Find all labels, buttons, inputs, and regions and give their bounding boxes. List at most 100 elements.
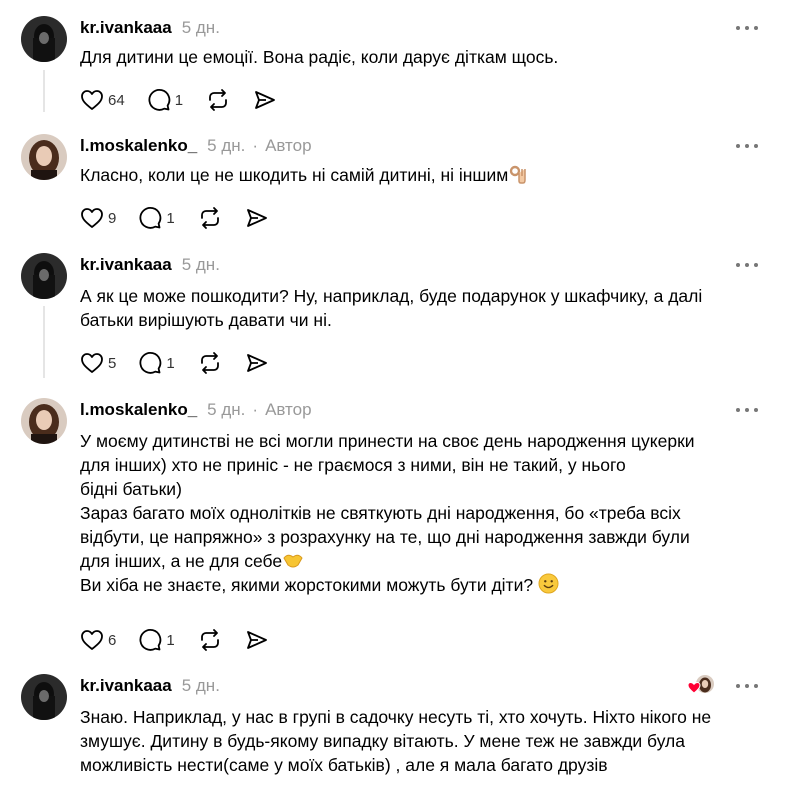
like-button[interactable]: 64	[80, 89, 125, 111]
username[interactable]: l.moskalenko_	[80, 400, 197, 420]
avatar[interactable]	[21, 674, 67, 720]
comment: l.moskalenko_ 5 дн. · Автор Класно, коли…	[0, 134, 785, 244]
comment-line: Класно, коли це не шкодить ні самій дити…	[80, 163, 770, 187]
reply-count: 1	[166, 209, 175, 227]
send-icon	[255, 91, 275, 109]
reply-count: 1	[166, 354, 175, 372]
repost-icon	[200, 352, 219, 374]
heart-outline-icon	[81, 208, 103, 228]
username[interactable]: kr.ivankaaa	[80, 676, 172, 696]
speech-bubble-icon	[148, 89, 170, 111]
comment-line: Зараз багато моїх однолітків не святкуют…	[80, 503, 681, 523]
speech-bubble-icon	[139, 207, 162, 229]
like-count: 6	[108, 631, 117, 649]
send-icon	[246, 354, 267, 372]
reply-button[interactable]: 1	[138, 206, 175, 230]
reply-button[interactable]: 1	[138, 628, 175, 652]
like-count: 9	[108, 209, 117, 227]
username[interactable]: kr.ivankaaa	[80, 255, 172, 275]
reply-count: 1	[166, 631, 175, 649]
reply-button[interactable]: 1	[147, 88, 183, 112]
reply-count: 1	[174, 91, 184, 109]
author-badge: Автор	[265, 136, 312, 155]
comment-actions: 9 1	[80, 205, 291, 231]
liked-by-author-badge	[687, 674, 714, 696]
avatar[interactable]	[21, 253, 67, 299]
comment-line: для інших) хто не приніс - не граємося з…	[80, 455, 626, 475]
comment-line: А як це може пошкодити? Ну, наприклад, б…	[80, 286, 703, 306]
repost-icon	[200, 207, 219, 229]
repost-button[interactable]	[205, 88, 231, 112]
like-button[interactable]: 9	[80, 207, 116, 229]
heart-filled-icon	[687, 681, 701, 694]
ok-hand-emoji	[510, 165, 527, 184]
hand-heart-emoji	[283, 554, 303, 568]
comment-text: Класно, коли це не шкодить ні самій дити…	[80, 163, 770, 187]
comment-line: бідні батьки)	[80, 479, 182, 499]
comment: kr.ivankaaa 5 дн. А як це може пошкодити…	[0, 253, 785, 383]
comment-actions: 64 1	[80, 87, 299, 113]
separator-dot: ·	[252, 400, 259, 419]
speech-bubble-icon	[139, 352, 162, 374]
like-button[interactable]: 6	[80, 629, 116, 651]
repost-button[interactable]	[197, 206, 223, 230]
repost-button[interactable]	[197, 351, 223, 375]
repost-icon	[200, 629, 219, 651]
timestamp[interactable]: 5 дн.	[182, 255, 220, 275]
timestamp[interactable]: 5 дн.	[207, 400, 245, 420]
comment-line: батьки вирішують давати чи ні.	[80, 310, 332, 330]
reply-button[interactable]: 1	[138, 351, 175, 375]
comment-line: змушує. Дитину в будь-якому випадку віта…	[80, 731, 685, 751]
avatar[interactable]	[21, 16, 67, 62]
comment-line: Для дитини це емоції. Вона радіє, коли д…	[80, 47, 559, 67]
like-count: 64	[108, 91, 125, 109]
comment-line: Знаю. Наприклад, у нас в групі в садочку…	[80, 707, 712, 727]
separator-dot: ·	[252, 136, 259, 155]
comment-line: Ви хіба не знаєте, якими жорстокими можу…	[80, 573, 770, 597]
comment-line: відбути, це напряжно» з розрахунку на те…	[80, 527, 690, 547]
avatar[interactable]	[21, 134, 67, 180]
send-icon	[246, 631, 267, 649]
smiling-face-emoji	[538, 573, 559, 594]
more-dots-icon[interactable]	[736, 256, 758, 274]
comment-text: Знаю. Наприклад, у нас в групі в садочку…	[80, 705, 770, 777]
comment: kr.ivankaaa 5 дн. Знаю. Наприклад, у нас…	[0, 674, 785, 797]
heart-outline-icon	[81, 90, 103, 110]
timestamp[interactable]: 5 дн.	[182, 676, 220, 696]
comment-text: Для дитини це емоції. Вона радіє, коли д…	[80, 45, 770, 69]
share-button[interactable]	[245, 629, 269, 651]
comment: l.moskalenko_ 5 дн. · Автор У моєму дити…	[0, 398, 785, 658]
comment-line: У моєму дитинстві не всі могли принести …	[80, 431, 695, 451]
comment-line: можливість нести(саме у моїх батьків) , …	[80, 755, 608, 775]
username[interactable]: l.moskalenko_	[80, 136, 197, 156]
heart-outline-icon	[81, 353, 103, 373]
comment: kr.ivankaaa 5 дн. Для дитини це емоції. …	[0, 16, 785, 116]
comment-actions: 6 1	[80, 627, 291, 653]
speech-bubble-icon	[139, 629, 162, 651]
author-badge: Автор	[265, 400, 312, 419]
timestamp[interactable]: 5 дн.	[207, 136, 245, 156]
timestamp[interactable]: 5 дн.	[182, 18, 220, 38]
username[interactable]: kr.ivankaaa	[80, 18, 172, 38]
heart-outline-icon	[81, 630, 103, 650]
comment-text: У моєму дитинстві не всі могли принести …	[80, 429, 770, 597]
more-dots-icon[interactable]	[736, 137, 758, 155]
like-button[interactable]: 5	[80, 352, 116, 374]
share-button[interactable]	[245, 207, 269, 229]
send-icon	[246, 209, 267, 227]
comment-line: для інших, а не для себе	[80, 549, 770, 573]
comment-line-text: для інших, а не для себе	[80, 551, 283, 571]
comment-actions: 5 1	[80, 350, 291, 376]
share-button[interactable]	[253, 89, 277, 111]
like-count: 5	[108, 354, 117, 372]
more-dots-icon[interactable]	[736, 677, 758, 695]
repost-button[interactable]	[197, 628, 223, 652]
more-dots-icon[interactable]	[736, 19, 758, 37]
comment-line-text: Ви хіба не знаєте, якими жорстокими можу…	[80, 575, 534, 595]
share-button[interactable]	[245, 352, 269, 374]
more-dots-icon[interactable]	[736, 401, 758, 419]
comment-line-text: Класно, коли це не шкодить ні самій дити…	[80, 165, 509, 185]
repost-icon	[209, 89, 227, 111]
comment-text: А як це може пошкодити? Ну, наприклад, б…	[80, 284, 770, 332]
avatar[interactable]	[21, 398, 67, 444]
